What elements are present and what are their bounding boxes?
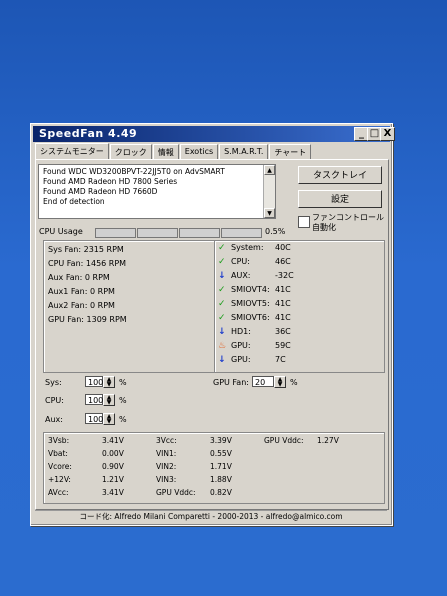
voltage-value: 0.82V xyxy=(210,488,232,497)
gpu-fan-speed-unit: % xyxy=(290,378,298,387)
temp-row: ✓ CPU: 46C xyxy=(218,257,291,267)
window-title: SpeedFan 4.49 xyxy=(39,127,138,140)
title-bar[interactable]: SpeedFan 4.49 _ □ X xyxy=(33,126,395,142)
temp-row: ↓ HD1: 36C xyxy=(218,327,291,337)
flame-icon: ♨ xyxy=(218,341,227,351)
minimize-to-tray-button[interactable]: タスクトレイ xyxy=(298,166,382,184)
tab-smart[interactable]: S.M.A.R.T. xyxy=(219,144,269,159)
voltage-value: 1.27V xyxy=(317,436,339,445)
voltage-label: GPU Vddc: xyxy=(264,436,304,445)
sys-speed-input[interactable]: 100 xyxy=(85,376,103,387)
voltage-value: 3.41V xyxy=(102,436,124,445)
voltage-value: 0.55V xyxy=(210,449,232,458)
configure-button[interactable]: 設定 xyxy=(298,190,382,208)
voltage-value: 3.39V xyxy=(210,436,232,445)
log-line: Found WDC WD3200BPVT-22JJ5T0 on AdvSMART xyxy=(43,167,225,176)
log-line: Found AMD Radeon HD 7660D xyxy=(43,187,158,196)
temp-row: ↓ GPU: 7C xyxy=(218,355,286,365)
fan-speeds-panel: Sys Fan: 2315 RPM CPU Fan: 1456 RPM Aux … xyxy=(43,240,215,373)
fan-row: Aux2 Fan: 0 RPM xyxy=(48,301,115,310)
temperatures-panel: ✓ System: 40C ✓ CPU: 46C ↓ AUX: -32C ✓ S… xyxy=(214,240,385,373)
speedfan-window: SpeedFan 4.49 _ □ X システムモニター クロック 情報 Exo… xyxy=(30,123,395,526)
gpu-fan-speed-stepper[interactable]: ▲ ▼ xyxy=(274,376,286,388)
close-button[interactable]: X xyxy=(380,127,395,141)
voltage-label: 3Vsb: xyxy=(48,436,70,445)
detection-log[interactable]: Found WDC WD3200BPVT-22JJ5T0 on AdvSMART… xyxy=(38,164,276,219)
sys-speed-unit: % xyxy=(119,378,127,387)
voltage-value: 0.90V xyxy=(102,462,124,471)
cpu-usage-bar xyxy=(137,228,178,238)
cpu-usage-percent: 0.5% xyxy=(265,227,286,236)
temp-row: ♨ GPU: 59C xyxy=(218,341,291,351)
temp-row: ✓ System: 40C xyxy=(218,243,291,253)
voltages-panel: 3Vsb: 3.41V Vbat: 0.00V Vcore: 0.90V +12… xyxy=(43,432,385,504)
temp-row: ✓ SMIOVT5: 41C xyxy=(218,299,291,309)
log-line: End of detection xyxy=(43,197,105,206)
voltage-label: Vbat: xyxy=(48,449,68,458)
tab-info[interactable]: 情報 xyxy=(152,144,179,159)
cpu-usage-bar xyxy=(221,228,262,238)
fan-row: CPU Fan: 1456 RPM xyxy=(48,259,127,268)
cpu-speed-unit: % xyxy=(119,396,127,405)
cpu-speed-stepper[interactable]: ▲ ▼ xyxy=(103,394,115,406)
check-icon: ✓ xyxy=(218,313,226,323)
tab-exotics[interactable]: Exotics xyxy=(179,144,219,159)
sys-speed-label: Sys: xyxy=(45,378,62,387)
credit-line: コード化: Alfredo Milani Comparetti - 2000-2… xyxy=(35,510,387,522)
fan-row: GPU Fan: 1309 RPM xyxy=(48,315,127,324)
voltage-value: 1.21V xyxy=(102,475,124,484)
tab-bar: システムモニター クロック 情報 Exotics S.M.A.R.T. チャート xyxy=(35,143,312,159)
auto-fan-label: ファンコントロール自動化 xyxy=(312,213,384,232)
voltage-label: VIN3: xyxy=(156,475,177,484)
arrow-down-icon: ↓ xyxy=(218,271,226,281)
check-icon: ✓ xyxy=(218,299,226,309)
check-icon: ✓ xyxy=(218,243,226,253)
tab-chart[interactable]: チャート xyxy=(269,144,312,159)
fan-row: Sys Fan: 2315 RPM xyxy=(48,245,124,254)
voltage-value: 3.41V xyxy=(102,488,124,497)
cpu-speed-label: CPU: xyxy=(45,396,64,405)
temp-row: ↓ AUX: -32C xyxy=(218,271,294,281)
tab-clock[interactable]: クロック xyxy=(109,144,152,159)
aux-speed-label: Aux: xyxy=(45,415,63,424)
log-line: Found AMD Radeon HD 7800 Series xyxy=(43,177,178,186)
gpu-fan-speed-input[interactable]: 20 xyxy=(252,376,274,387)
auto-fan-checkbox[interactable] xyxy=(298,216,310,228)
voltage-value: 0.00V xyxy=(102,449,124,458)
log-scrollbar[interactable]: ▲ ▼ xyxy=(263,165,275,218)
check-icon: ✓ xyxy=(218,257,226,267)
voltage-label: GPU Vddc: xyxy=(156,488,196,497)
voltage-value: 1.71V xyxy=(210,462,232,471)
cpu-usage-bar xyxy=(179,228,220,238)
fan-row: Aux Fan: 0 RPM xyxy=(48,273,110,282)
aux-speed-stepper[interactable]: ▲ ▼ xyxy=(103,413,115,425)
cpu-usage-label: CPU Usage xyxy=(39,227,83,236)
fan-row: Aux1 Fan: 0 RPM xyxy=(48,287,115,296)
aux-speed-unit: % xyxy=(119,415,127,424)
cpu-usage-bar xyxy=(95,228,136,238)
temp-row: ✓ SMIOVT6: 41C xyxy=(218,313,291,323)
scroll-down-icon[interactable]: ▼ xyxy=(264,208,275,218)
voltage-label: +12V: xyxy=(48,475,71,484)
voltage-label: VIN2: xyxy=(156,462,177,471)
scroll-up-icon[interactable]: ▲ xyxy=(264,165,275,175)
voltage-label: 3Vcc: xyxy=(156,436,177,445)
arrow-down-icon: ↓ xyxy=(218,355,226,365)
temp-row: ✓ SMIOVT4: 41C xyxy=(218,285,291,295)
voltage-label: Vcore: xyxy=(48,462,72,471)
arrow-down-icon: ↓ xyxy=(218,327,226,337)
voltage-value: 1.88V xyxy=(210,475,232,484)
voltage-label: AVcc: xyxy=(48,488,69,497)
aux-speed-input[interactable]: 100 xyxy=(85,413,103,424)
cpu-speed-input[interactable]: 100 xyxy=(85,394,103,405)
check-icon: ✓ xyxy=(218,285,226,295)
sys-speed-stepper[interactable]: ▲ ▼ xyxy=(103,376,115,388)
voltage-label: VIN1: xyxy=(156,449,177,458)
tab-system-monitor[interactable]: システムモニター xyxy=(35,143,109,159)
gpu-fan-speed-label: GPU Fan: xyxy=(213,378,249,387)
